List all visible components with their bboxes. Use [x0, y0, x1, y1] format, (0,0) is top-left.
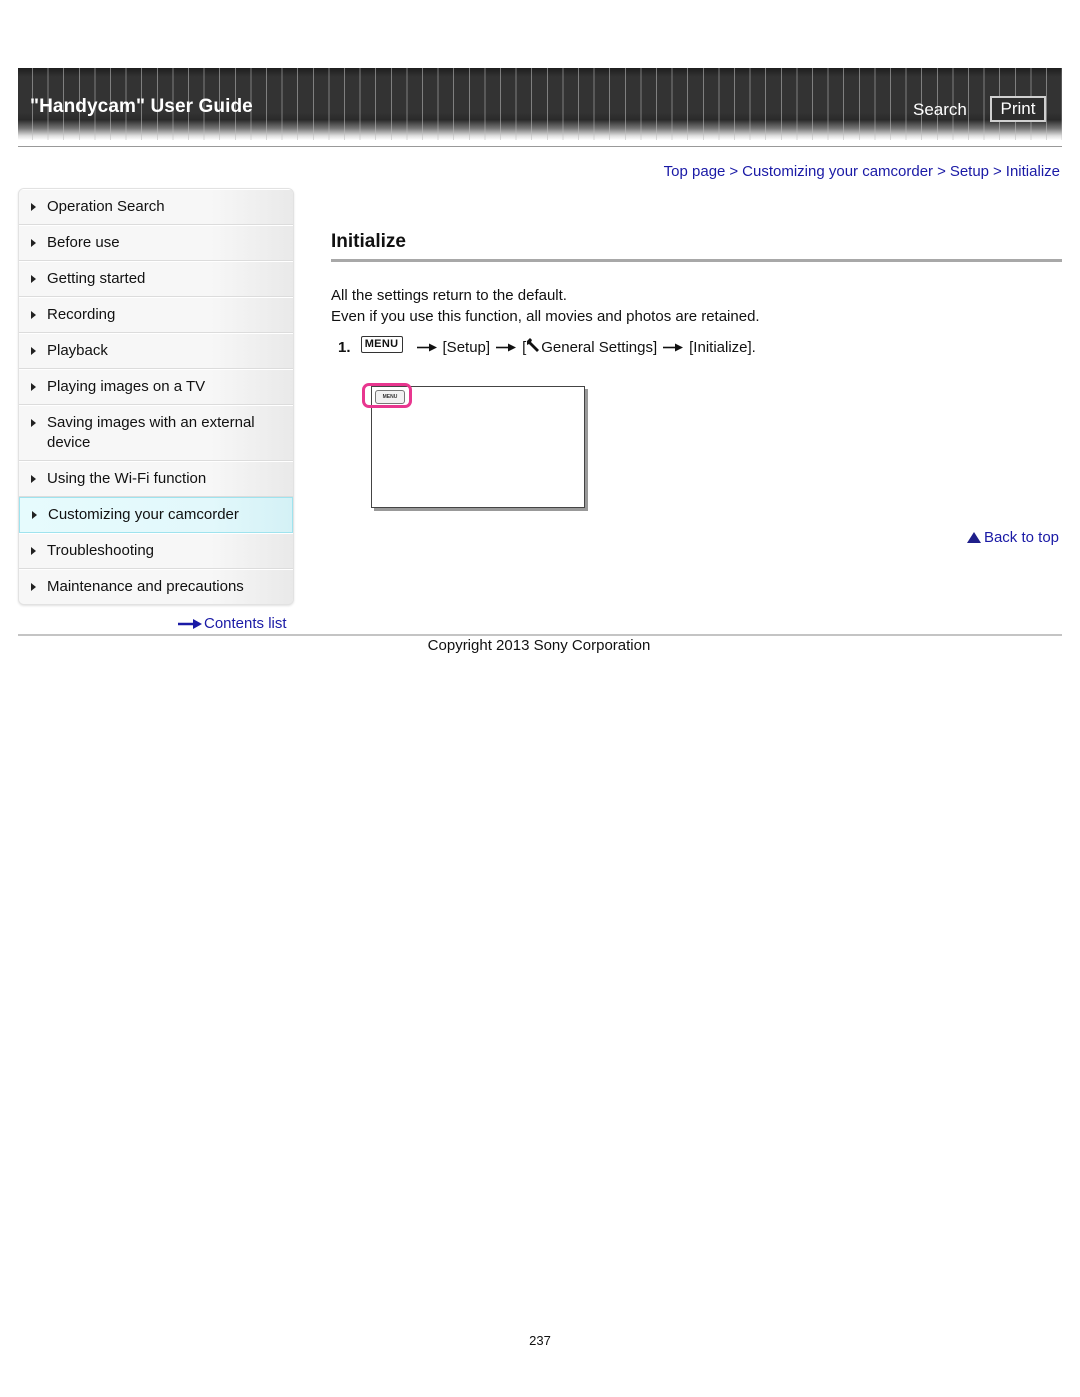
- breadcrumb: Top page > Customizing your camcorder > Setu…: [664, 163, 1060, 180]
- triangle-right-icon: [31, 275, 36, 283]
- triangle-right-icon: [31, 203, 36, 211]
- sidebar-item-saving-images[interactable]: Saving images with an external device: [19, 405, 293, 461]
- breadcrumb-separator: >: [729, 163, 739, 180]
- header-banner: "Handycam" User Guide Search Print: [18, 68, 1062, 140]
- breadcrumb-setup[interactable]: Setup: [950, 163, 989, 180]
- breadcrumb-customizing[interactable]: Customizing your camcorder: [742, 163, 933, 180]
- sidebar-item-troubleshooting[interactable]: Troubleshooting: [19, 533, 293, 569]
- breadcrumb-initialize[interactable]: Initialize: [1006, 163, 1060, 180]
- sidebar-item-label: Recording: [47, 306, 116, 323]
- title-divider: [331, 259, 1062, 262]
- copyright-text: Copyright 2013 Sony Corporation: [427, 637, 651, 654]
- arrow-right-icon: [663, 339, 684, 356]
- description-line-2: Even if you use this function, all movie…: [331, 308, 760, 325]
- print-button[interactable]: Print: [990, 96, 1046, 122]
- sidebar-item-label: Customizing your camcorder: [48, 506, 239, 523]
- sidebar-nav: Operation Search Before use Getting star…: [18, 188, 294, 605]
- triangle-right-icon: [31, 419, 36, 427]
- sidebar-item-before-use[interactable]: Before use: [19, 225, 293, 261]
- sidebar-item-label: Getting started: [47, 270, 146, 287]
- footer-divider: [18, 634, 1062, 636]
- sidebar-item-wifi[interactable]: Using the Wi-Fi function: [19, 461, 293, 497]
- search-button[interactable]: Search: [913, 100, 967, 120]
- back-to-top-label: Back to top: [983, 529, 1059, 546]
- triangle-right-icon: [31, 547, 36, 555]
- arrow-right-icon: [178, 616, 202, 633]
- breadcrumb-separator: >: [993, 163, 1002, 180]
- sidebar-item-getting-started[interactable]: Getting started: [19, 261, 293, 297]
- page-number: 237: [529, 1333, 551, 1348]
- breadcrumb-top-page[interactable]: Top page: [664, 163, 726, 180]
- sidebar-item-label: Playback: [47, 342, 108, 359]
- triangle-right-icon: [31, 383, 36, 391]
- step-1: 1. MENU [Setup] [ General Settings] [Ini…: [338, 335, 756, 356]
- menu-button-icon: MENU: [360, 335, 403, 353]
- sidebar-item-playback[interactable]: Playback: [19, 333, 293, 369]
- header-divider: [18, 146, 1062, 147]
- sidebar-item-playing-on-tv[interactable]: Playing images on a TV: [19, 369, 293, 405]
- sidebar-item-maintenance[interactable]: Maintenance and precautions: [19, 569, 293, 604]
- sidebar-item-customizing[interactable]: Customizing your camcorder: [19, 497, 293, 533]
- contents-list-link[interactable]: Contents list: [178, 615, 287, 633]
- triangle-right-icon: [31, 347, 36, 355]
- breadcrumb-separator: >: [937, 163, 946, 180]
- triangle-up-icon: [966, 532, 981, 543]
- sidebar-item-recording[interactable]: Recording: [19, 297, 293, 333]
- sidebar-item-label: Operation Search: [47, 198, 165, 215]
- sidebar-item-label: Using the Wi-Fi function: [47, 470, 207, 487]
- arrow-right-icon: [496, 339, 517, 356]
- step-number: 1.: [338, 338, 351, 356]
- sidebar-item-label: Playing images on a TV: [47, 378, 206, 395]
- sidebar-item-label: Troubleshooting: [47, 542, 155, 559]
- triangle-right-icon: [32, 511, 37, 519]
- page-title: Initialize: [331, 231, 406, 252]
- triangle-right-icon: [31, 475, 36, 483]
- contents-list-label: Contents list: [204, 615, 287, 632]
- step-initialize: [Initialize].: [689, 338, 756, 356]
- triangle-right-icon: [31, 311, 36, 319]
- arrow-right-icon: [416, 339, 437, 356]
- sidebar-item-label: Saving images with an external device: [47, 414, 255, 451]
- triangle-right-icon: [31, 239, 36, 247]
- sidebar-item-operation-search[interactable]: Operation Search: [19, 189, 293, 225]
- step-general-settings: General Settings]: [541, 338, 658, 356]
- menu-highlight-outline: [362, 383, 412, 408]
- sidebar-item-label: Maintenance and precautions: [47, 578, 244, 595]
- sidebar-item-label: Before use: [47, 234, 120, 251]
- wrench-icon: [526, 338, 540, 356]
- guide-title: "Handycam" User Guide: [30, 96, 253, 117]
- step-setup: [Setup]: [442, 338, 491, 356]
- description-line-1: All the settings return to the default.: [331, 287, 567, 304]
- triangle-right-icon: [31, 583, 36, 591]
- back-to-top-link[interactable]: Back to top: [966, 529, 1059, 546]
